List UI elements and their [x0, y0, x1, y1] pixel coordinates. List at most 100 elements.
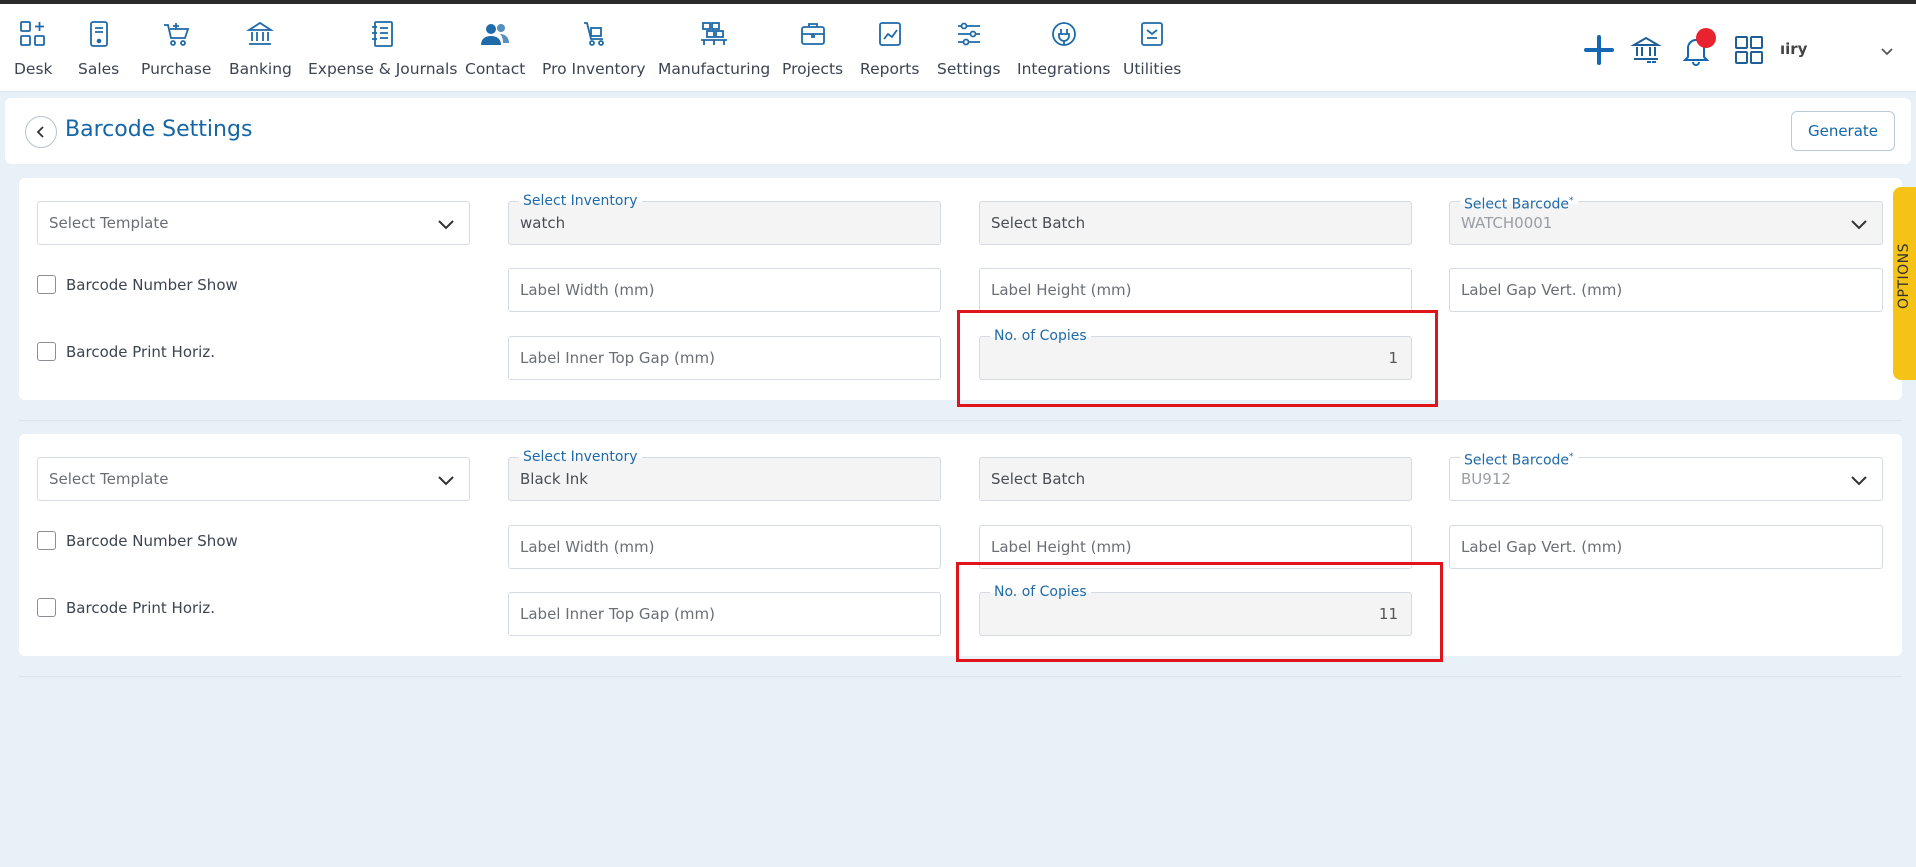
- nav-item-desk[interactable]: Desk: [14, 18, 53, 84]
- label-gap-vert-input[interactable]: Label Gap Vert. (mm): [1449, 525, 1883, 569]
- page-title: Barcode Settings: [65, 117, 253, 142]
- apps-grid-icon: [1735, 36, 1763, 64]
- nav-item-utilities[interactable]: Utilities: [1123, 18, 1181, 84]
- nav-item-reports[interactable]: Reports: [860, 18, 919, 84]
- nav-label: Projects: [782, 60, 844, 78]
- nav-item-banking[interactable]: Banking: [229, 18, 292, 84]
- nav-item-expense[interactable]: Expense & Journals: [308, 18, 457, 84]
- desk-icon: [17, 18, 49, 50]
- print-horiz-checkbox[interactable]: Barcode Print Horiz.: [37, 342, 215, 361]
- chevron-down-icon: [1850, 216, 1868, 235]
- inventory-label: Select Inventory: [519, 192, 642, 210]
- main-navbar: Desk Sales Purchase Banking Expense & Jo…: [0, 4, 1916, 92]
- nav-item-settings[interactable]: Settings: [937, 18, 1001, 84]
- inventory-label: Select Inventory: [519, 448, 642, 466]
- label-gap-vert-placeholder: Label Gap Vert. (mm): [1461, 281, 1623, 299]
- nav-item-purchase[interactable]: Purchase: [141, 18, 211, 84]
- label-width-placeholder: Label Width (mm): [520, 538, 655, 556]
- batch-select[interactable]: Select Batch: [979, 457, 1412, 501]
- integrations-icon: [1048, 18, 1080, 50]
- chevron-down-icon: [1850, 472, 1868, 491]
- divider: [19, 676, 1902, 677]
- label-height-input[interactable]: Label Height (mm): [979, 268, 1412, 312]
- nav-label: Reports: [860, 60, 920, 78]
- inventory-select[interactable]: Select Inventory Black Ink: [508, 448, 941, 501]
- chevron-left-icon: [36, 126, 44, 138]
- batch-placeholder: Select Batch: [991, 214, 1086, 232]
- checkbox[interactable]: [37, 531, 56, 550]
- inner-top-gap-input[interactable]: Label Inner Top Gap (mm): [508, 592, 941, 636]
- label-width-input[interactable]: Label Width (mm): [508, 268, 941, 312]
- batch-placeholder: Select Batch: [991, 470, 1086, 488]
- highlight-box: [956, 562, 1443, 662]
- number-show-checkbox[interactable]: Barcode Number Show: [37, 531, 238, 550]
- contact-icon: [479, 18, 511, 50]
- generate-button[interactable]: Generate: [1791, 111, 1895, 151]
- options-tab-label: OPTIONS: [1896, 242, 1912, 309]
- notification-dot: [1696, 28, 1716, 48]
- apps-button[interactable]: [1731, 32, 1767, 68]
- barcode-select[interactable]: Select Barcode* BU912: [1449, 448, 1883, 501]
- checkbox[interactable]: [37, 598, 56, 617]
- inner-top-gap-input[interactable]: Label Inner Top Gap (mm): [508, 336, 941, 380]
- nav-label: Purchase: [141, 60, 212, 78]
- barcode-value: WATCH0001: [1461, 214, 1553, 232]
- template-select[interactable]: Select Template: [37, 457, 470, 501]
- label-width-input[interactable]: Label Width (mm): [508, 525, 941, 569]
- inventory-value: watch: [520, 214, 566, 232]
- label-height-placeholder: Label Height (mm): [991, 281, 1132, 299]
- nav-item-integrations[interactable]: Integrations: [1017, 18, 1110, 84]
- nav-label: Settings: [937, 60, 1001, 78]
- nav-item-manufacturing[interactable]: Manufacturing: [658, 18, 770, 84]
- nav-item-sales[interactable]: Sales: [78, 18, 119, 84]
- label-gap-vert-placeholder: Label Gap Vert. (mm): [1461, 538, 1623, 556]
- checkbox[interactable]: [37, 275, 56, 294]
- inventory-select[interactable]: Select Inventory watch: [508, 192, 941, 245]
- checkbox-label: Barcode Print Horiz.: [66, 342, 215, 361]
- branch-button[interactable]: [1628, 32, 1664, 68]
- banking-icon: [244, 18, 276, 50]
- template-placeholder: Select Template: [49, 214, 169, 232]
- inventory-value: Black Ink: [520, 470, 588, 488]
- barcode-label: Select Barcode*: [1460, 192, 1578, 214]
- chevron-down-icon: [437, 472, 455, 491]
- checkbox-label: Barcode Number Show: [66, 531, 238, 550]
- purchase-icon: [160, 18, 192, 50]
- nav-label: Expense & Journals: [308, 60, 458, 78]
- barcode-label: Select Barcode*: [1460, 448, 1578, 470]
- quick-add-button[interactable]: [1581, 32, 1617, 68]
- inner-top-gap-placeholder: Label Inner Top Gap (mm): [520, 605, 715, 623]
- nav-label: Contact: [465, 60, 526, 78]
- user-name[interactable]: ıiry: [1780, 40, 1807, 58]
- nav-label: Manufacturing: [658, 60, 771, 78]
- nav-item-pro-inventory[interactable]: Pro Inventory: [542, 18, 646, 84]
- template-select[interactable]: Select Template: [37, 201, 470, 245]
- chevron-down-icon[interactable]: [1880, 42, 1894, 61]
- nav-label: Utilities: [1123, 60, 1182, 78]
- expense-icon: [367, 18, 399, 50]
- inner-top-gap-placeholder: Label Inner Top Gap (mm): [520, 349, 715, 367]
- reports-icon: [874, 18, 906, 50]
- chevron-down-icon: [437, 216, 455, 235]
- label-width-placeholder: Label Width (mm): [520, 281, 655, 299]
- options-side-tab[interactable]: OPTIONS: [1893, 187, 1916, 380]
- nav-item-projects[interactable]: Projects: [782, 18, 843, 84]
- barcode-value: BU912: [1461, 470, 1511, 488]
- settings-icon: [953, 18, 985, 50]
- nav-label: Sales: [78, 60, 120, 78]
- label-gap-vert-input[interactable]: Label Gap Vert. (mm): [1449, 268, 1883, 312]
- nav-label: Pro Inventory: [542, 60, 646, 78]
- print-horiz-checkbox[interactable]: Barcode Print Horiz.: [37, 598, 215, 617]
- batch-select[interactable]: Select Batch: [979, 201, 1412, 245]
- checkbox-label: Barcode Print Horiz.: [66, 598, 215, 617]
- number-show-checkbox[interactable]: Barcode Number Show: [37, 275, 238, 294]
- checkbox-label: Barcode Number Show: [66, 275, 238, 294]
- highlight-box: [957, 310, 1438, 407]
- nav-item-contact[interactable]: Contact: [465, 18, 525, 84]
- barcode-select[interactable]: Select Barcode* WATCH0001: [1449, 192, 1883, 245]
- nav-label: Integrations: [1017, 60, 1111, 78]
- checkbox[interactable]: [37, 342, 56, 361]
- page-header: Barcode Settings Generate: [5, 98, 1911, 164]
- back-button[interactable]: [25, 116, 57, 148]
- divider: [19, 420, 1902, 421]
